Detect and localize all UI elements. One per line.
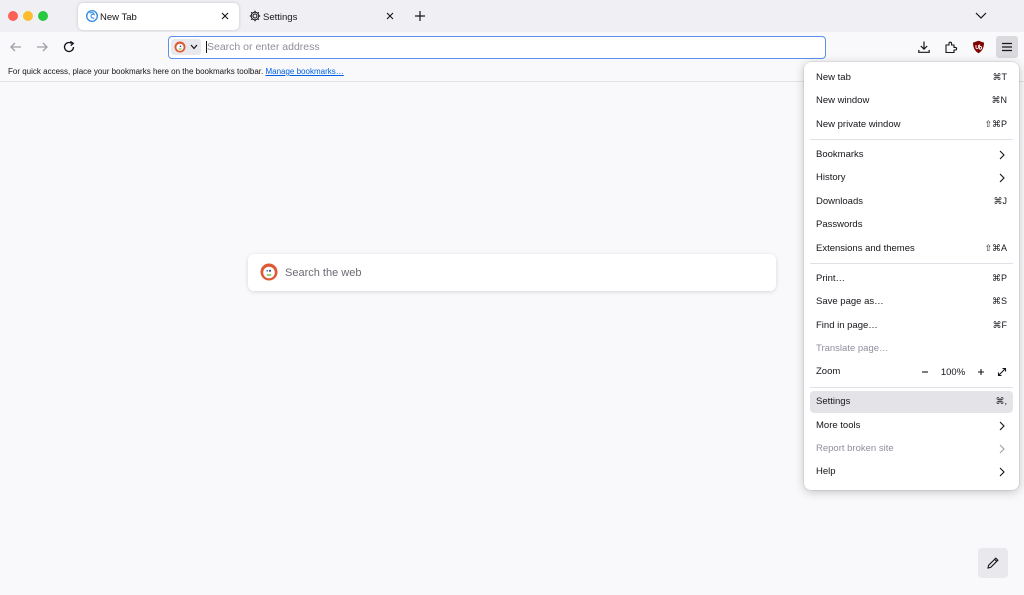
menu-label: More tools [816,420,861,431]
menu-label: Passwords [816,219,863,230]
chevron-right-icon [999,173,1005,183]
menu-shortcut: ⌘N [991,95,1008,105]
back-arrow-icon[interactable] [8,39,24,55]
bookmarks-empty-message: For quick access, place your bookmarks h… [8,67,344,76]
duckduckgo-icon [174,41,186,53]
new-tab-plus-icon[interactable] [412,8,428,24]
zoom-out-button[interactable] [918,364,932,380]
menu-label: Help [816,466,836,477]
application-menu: New tab ⌘T New window ⌘N New private win… [804,62,1019,490]
close-tab-icon[interactable] [218,9,232,23]
zoom-reset-button[interactable]: 100% [938,364,968,380]
menu-item-more-tools[interactable]: More tools [810,415,1013,437]
menu-label: Report broken site [816,443,894,454]
zoom-in-button[interactable] [974,364,988,380]
extensions-button[interactable] [940,36,962,58]
duckduckgo-icon [260,263,278,281]
menu-item-save-page-as[interactable]: Save page as… ⌘S [810,291,1013,313]
tab-strip: New Tab Settings [0,0,1024,32]
menu-item-new-private-window[interactable]: New private window ⇧⌘P [810,114,1013,136]
menu-label: New tab [816,72,851,83]
web-search-box[interactable] [248,254,776,291]
menu-item-zoom: Zoom 100% [810,361,1013,383]
minimize-window-button[interactable] [23,11,33,21]
navigation-toolbar [0,32,1024,62]
chevron-right-icon [999,444,1005,454]
plus-icon [978,369,984,375]
tab-label: Settings [263,12,298,23]
pencil-icon [987,557,999,569]
menu-shortcut: ⇧⌘A [984,243,1007,253]
address-bar[interactable] [168,36,826,59]
fullscreen-icon [997,367,1007,377]
chevron-right-icon [999,421,1005,431]
menu-label: Print… [816,273,846,284]
menu-item-passwords[interactable]: Passwords [810,214,1013,236]
menu-label: New private window [816,119,901,130]
menu-shortcut: ⌘F [992,320,1008,330]
customize-new-tab-button[interactable] [978,548,1008,578]
menu-label: New window [816,95,870,106]
menu-shortcut: ⌘, [995,396,1007,406]
menu-item-translate-page: Translate page… [810,338,1013,360]
ublock-shield-icon [972,40,984,54]
open-application-menu-button[interactable] [996,36,1018,58]
menu-item-new-window[interactable]: New window ⌘N [810,90,1013,112]
menu-item-bookmarks[interactable]: Bookmarks [810,144,1013,166]
tab-settings[interactable]: Settings [241,3,404,30]
ublock-origin-button[interactable] [967,36,989,58]
menu-shortcut: ⌘S [991,296,1007,306]
search-web-input[interactable] [285,264,755,281]
menu-shortcut: ⌘P [991,273,1007,283]
menu-item-settings[interactable]: Settings ⌘, [810,391,1013,413]
manage-bookmarks-link[interactable]: Manage bookmarks… [265,67,343,76]
hamburger-menu-icon [1002,42,1012,52]
menu-label: Extensions and themes [816,243,915,254]
menu-item-extensions-and-themes[interactable]: Extensions and themes ⇧⌘A [810,238,1013,260]
menu-item-help[interactable]: Help [810,461,1013,483]
menu-label: Find in page… [816,320,878,331]
menu-item-report-broken-site: Report broken site [810,438,1013,460]
download-icon [918,41,930,53]
menu-item-new-tab[interactable]: New tab ⌘T [810,67,1013,89]
menu-label: Bookmarks [816,149,864,160]
reload-icon[interactable] [61,39,77,55]
menu-label: Translate page… [816,343,889,354]
menu-item-find-in-page[interactable]: Find in page… ⌘F [810,315,1013,337]
chevron-down-icon[interactable] [973,9,989,23]
bookmarks-hint-text: For quick access, place your bookmarks h… [8,67,264,76]
chevron-right-icon [999,150,1005,160]
tab-label: New Tab [100,12,137,23]
firefox-icon [86,10,98,22]
chevron-right-icon [999,467,1005,477]
downloads-button[interactable] [913,36,935,58]
chevron-down-icon [190,44,198,50]
menu-label: Zoom [816,366,841,377]
menu-separator [810,263,1013,264]
close-window-button[interactable] [8,11,18,21]
menu-shortcut: ⇧⌘P [984,119,1007,129]
menu-item-history[interactable]: History [810,167,1013,189]
close-tab-icon[interactable] [383,9,397,23]
gear-icon [249,10,261,22]
menu-item-print[interactable]: Print… ⌘P [810,268,1013,290]
menu-label: Save page as… [816,296,884,307]
search-engine-button[interactable] [171,39,201,55]
menu-item-downloads[interactable]: Downloads ⌘J [810,191,1013,213]
menu-separator [810,387,1013,388]
fullscreen-button[interactable] [995,364,1009,380]
menu-separator [810,139,1013,140]
menu-label: History [816,172,846,183]
forward-arrow-icon[interactable] [34,39,50,55]
menu-label: Settings [816,396,851,407]
address-input[interactable] [207,39,807,55]
menu-shortcut: ⌘T [992,72,1008,82]
menu-label: Downloads [816,196,863,207]
menu-shortcut: ⌘J [993,196,1008,206]
zoom-window-button[interactable] [38,11,48,21]
puzzle-icon [945,41,958,54]
tab-new-tab[interactable]: New Tab [78,3,239,30]
minus-icon [922,371,928,373]
